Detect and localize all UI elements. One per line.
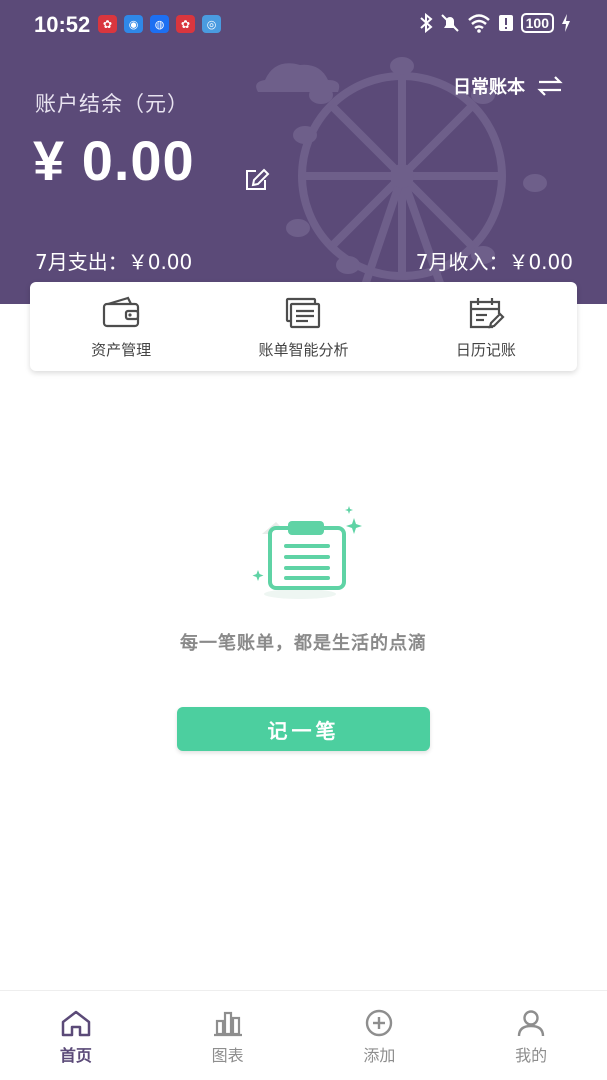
nav-add[interactable]: 添加 <box>304 991 456 1080</box>
battery-indicator: 100 <box>520 13 554 33</box>
status-app-icons: ✿ ◉ ◍ ✿ ◎ <box>98 15 221 33</box>
empty-state-text: 每一笔账单，都是生活的点滴 <box>180 633 427 654</box>
quick-label-calendar: 日历记账 <box>455 341 516 359</box>
add-circle-icon <box>366 1009 393 1037</box>
asset-management-button[interactable]: 资产管理 <box>30 282 212 371</box>
wifi-icon <box>467 14 490 33</box>
book-switch[interactable]: 日常账本 <box>453 73 563 99</box>
calendar-record-button[interactable]: 日历记账 <box>395 282 577 371</box>
empty-clipboard-illustration <box>252 506 362 599</box>
huawei-app-icon-2: ✿ <box>176 15 195 33</box>
bill-analysis-button[interactable]: 账单智能分析 <box>212 282 394 371</box>
bill-analysis-icon <box>286 297 321 329</box>
balance-label: 账户结余（元） <box>35 92 189 116</box>
record-entry-button[interactable]: 记一笔 <box>177 707 430 751</box>
quick-actions-card: 资产管理 账单智能分析 日历记账 <box>30 282 577 371</box>
header: 10:52 ✿ ◉ ◍ ✿ ◎ 100 日常账本 账户结余（元） ¥ 0.00 <box>0 0 607 304</box>
status-indicators: 100 <box>419 13 571 33</box>
quick-label-analysis: 账单智能分析 <box>258 341 349 359</box>
nav-chart-label: 图表 <box>211 1046 244 1065</box>
nav-home[interactable]: 首页 <box>0 991 152 1080</box>
book-name: 日常账本 <box>453 77 525 98</box>
switch-arrows-icon <box>537 76 563 96</box>
balance-value: ¥ 0.00 <box>33 129 195 192</box>
nav-chart[interactable]: 图表 <box>152 991 304 1080</box>
month-expense: 7月支出：￥0.00 <box>35 250 193 274</box>
month-income: 7月收入：￥0.00 <box>415 250 573 274</box>
profile-icon <box>517 1010 545 1037</box>
status-time: 10:52 <box>34 12 91 37</box>
nav-profile-label: 我的 <box>515 1046 548 1065</box>
mute-bell-icon <box>440 14 459 32</box>
quick-label-assets: 资产管理 <box>91 341 152 359</box>
wallet-icon <box>103 296 140 328</box>
lightbulb-app-icon: ◍ <box>150 15 169 33</box>
bar-chart-icon <box>213 1011 242 1037</box>
calendar-edit-icon <box>469 298 505 329</box>
browser-app-icon: ◉ <box>124 15 143 33</box>
nav-add-label: 添加 <box>363 1046 396 1065</box>
nav-home-label: 首页 <box>59 1046 92 1065</box>
alert-icon <box>498 15 513 31</box>
charging-icon <box>562 14 570 32</box>
status-bar: 10:52 ✿ ◉ ◍ ✿ ◎ 100 <box>0 0 607 48</box>
huawei-app-icon: ✿ <box>98 15 117 33</box>
nav-profile[interactable]: 我的 <box>455 991 607 1080</box>
globe-app-icon: ◎ <box>202 15 221 33</box>
bottom-nav: 首页 图表 添加 我的 <box>0 990 607 1080</box>
home-icon <box>61 1010 91 1037</box>
bluetooth-icon <box>419 13 433 33</box>
edit-icon[interactable] <box>244 168 270 192</box>
